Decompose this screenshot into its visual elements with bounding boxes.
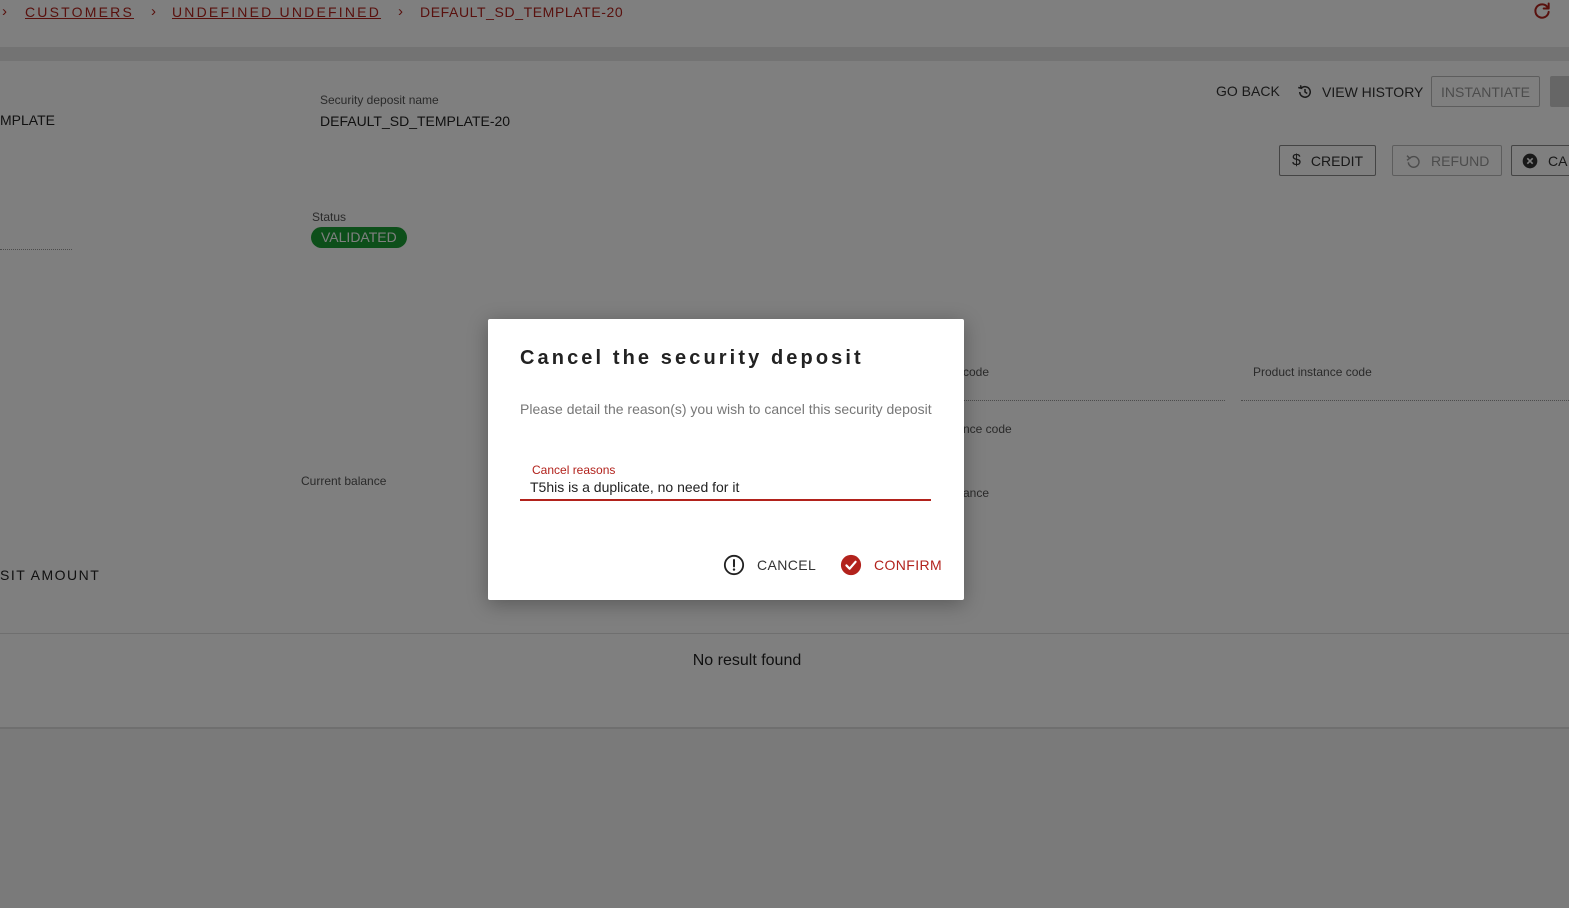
alert-circle-icon xyxy=(723,554,745,576)
dialog-title: Cancel the security deposit xyxy=(520,347,864,369)
dialog-cancel-button[interactable]: CANCEL xyxy=(723,554,816,576)
dialog-confirm-label: CONFIRM xyxy=(874,557,943,573)
cancel-reasons-field: Cancel reasons xyxy=(520,461,931,501)
dialog-cancel-label: CANCEL xyxy=(757,557,817,573)
check-circle-icon xyxy=(840,554,862,576)
cancel-security-deposit-dialog: Cancel the security deposit Please detai… xyxy=(488,319,964,600)
cancel-reasons-input[interactable] xyxy=(530,477,925,497)
dialog-confirm-button[interactable]: CONFIRM xyxy=(840,554,942,576)
dialog-description: Please detail the reason(s) you wish to … xyxy=(520,401,932,417)
cancel-reasons-label: Cancel reasons xyxy=(532,463,616,477)
